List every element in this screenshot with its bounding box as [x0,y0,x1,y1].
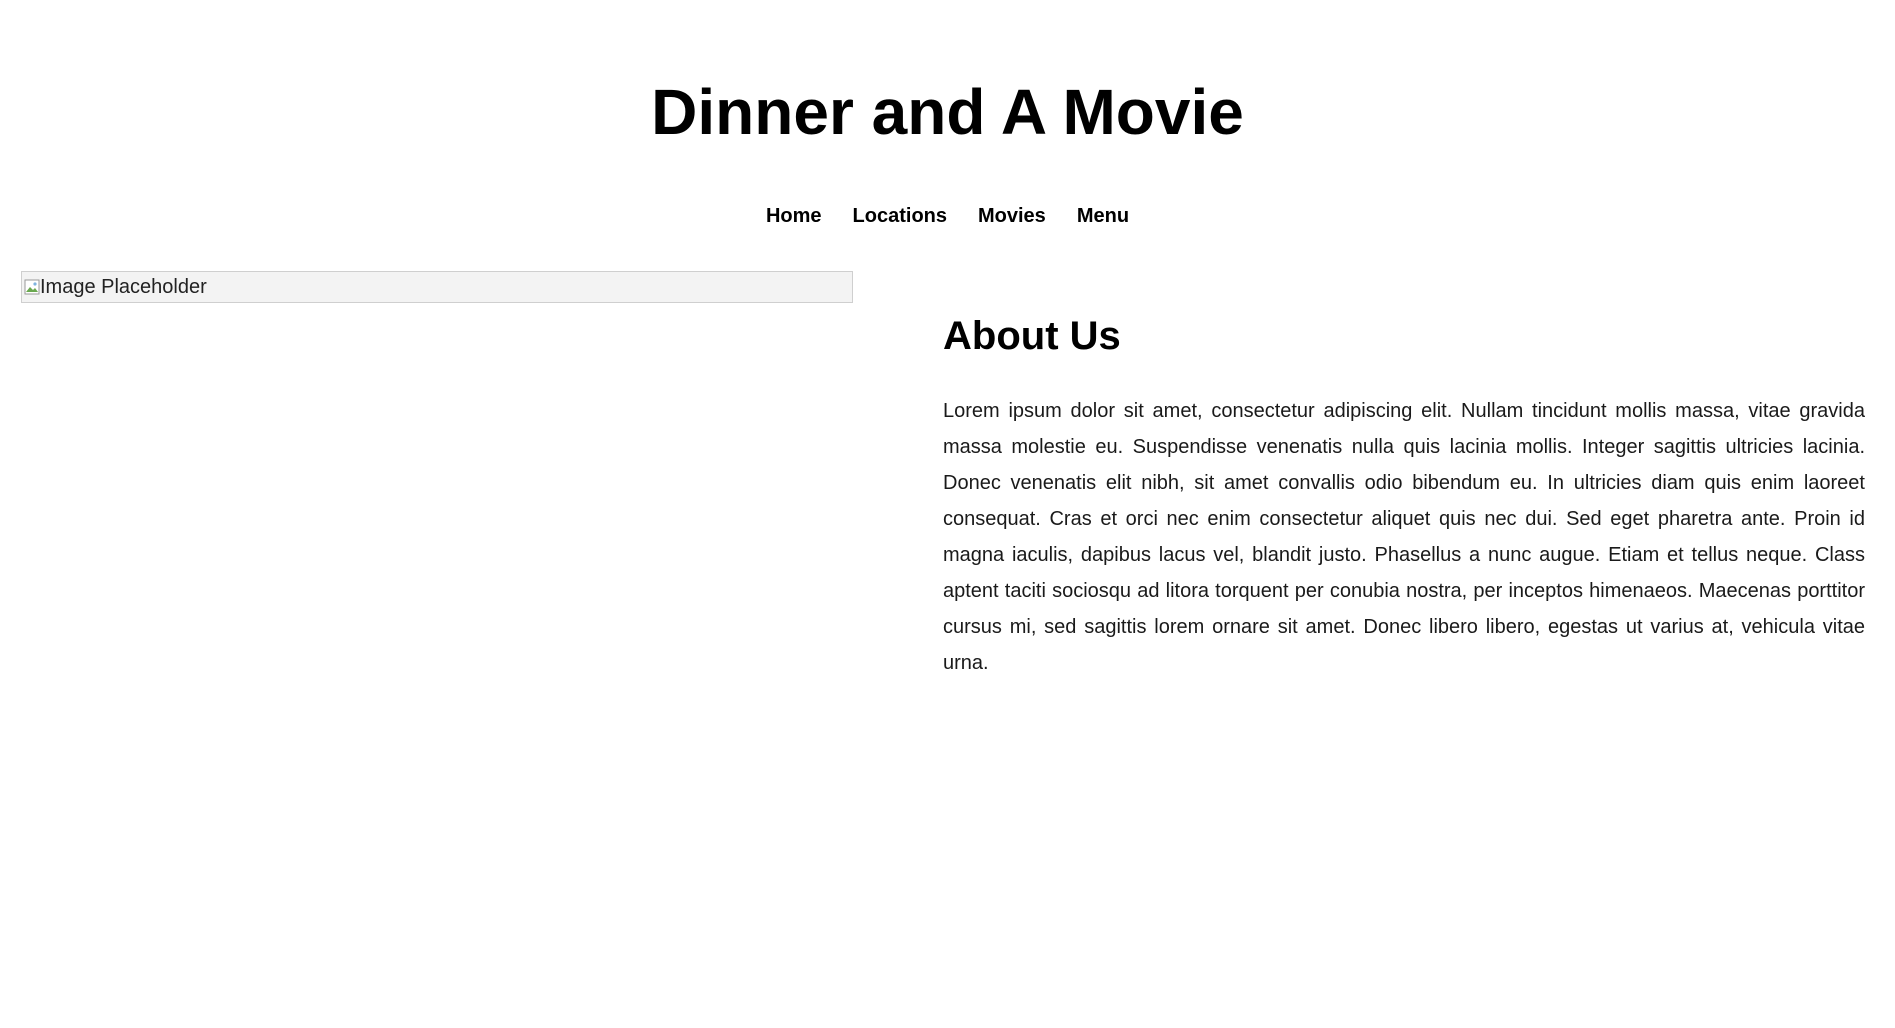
main-nav: Home Locations Movies Menu [0,203,1895,229]
nav-link-locations[interactable]: Locations [853,203,947,229]
broken-image-icon [24,279,40,295]
site-title: Dinner and A Movie [651,76,1244,148]
nav-link-menu[interactable]: Menu [1077,203,1129,229]
nav-link-movies[interactable]: Movies [978,203,1046,229]
about-title: About Us [943,314,1121,358]
image-placeholder: Image Placeholder [21,271,853,303]
image-alt-text: Image Placeholder [40,276,207,298]
nav-link-home[interactable]: Home [766,203,822,229]
about-body: Lorem ipsum dolor sit amet, consectetur … [943,400,1865,674]
